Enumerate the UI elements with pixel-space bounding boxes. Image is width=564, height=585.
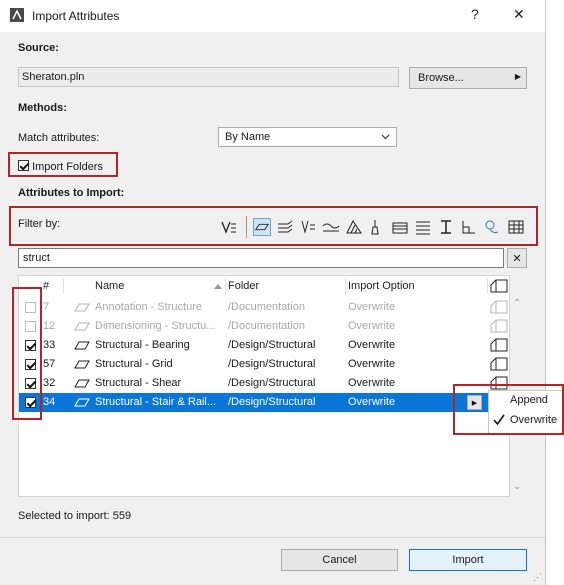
header-num[interactable]: # [43, 280, 49, 292]
row-name: Structural - Bearing [95, 339, 190, 351]
search-input[interactable]: struct [18, 248, 504, 268]
methods-label: Methods: [18, 102, 67, 114]
row-num: 33 [43, 339, 56, 351]
window-title: Import Attributes [32, 9, 120, 23]
house-icon [490, 338, 508, 352]
help-button[interactable]: ? [471, 6, 479, 22]
row-name: Annotation - Structure [95, 301, 203, 313]
house-icon [490, 357, 508, 371]
row-folder: /Design/Structural [228, 339, 316, 351]
header-import-option[interactable]: Import Option [348, 280, 415, 292]
browse-label: Browse... [418, 72, 464, 84]
house-icon [490, 319, 508, 333]
cancel-button[interactable]: Cancel [281, 549, 398, 571]
table-row[interactable]: 32 Structural - Shear/Design/Structural Ov… [19, 374, 509, 393]
match-attributes-value: By Name [225, 131, 271, 143]
import-attributes-dialog: Import Attributes ? ✕ Source: Sheraton.p… [0, 0, 546, 585]
highlight-option-menu [453, 384, 564, 435]
table-row[interactable]: 12 Dimensioning - Structu... /Documentatio… [19, 317, 509, 336]
resize-grip-icon[interactable]: ⋰ [533, 572, 542, 583]
row-name: Structural - Shear [95, 377, 182, 389]
row-import-option[interactable]: Overwrite [348, 358, 395, 370]
match-attributes-label: Match attributes: [18, 132, 100, 144]
row-folder: /Documentation [228, 301, 306, 313]
layer-icon [74, 303, 90, 312]
close-button[interactable]: ✕ [513, 6, 525, 23]
row-num: 32 [43, 377, 56, 389]
row-import-option[interactable]: Overwrite [348, 339, 395, 351]
highlight-filter-bar [9, 206, 538, 246]
source-path-field: Sheraton.pln [18, 67, 399, 87]
row-folder: /Design/Structural [228, 358, 316, 370]
row-import-option[interactable]: Overwrite [348, 301, 395, 313]
list-header: # Name Folder Import Option [19, 276, 509, 295]
selected-count-text: Selected to import: 559 [18, 510, 132, 522]
header-name[interactable]: Name [95, 280, 124, 292]
clear-search-button[interactable]: ✕ [507, 248, 527, 268]
row-folder: /Design/Structural [228, 396, 316, 408]
sort-ascending-icon [214, 284, 222, 289]
house-column-icon [490, 279, 508, 293]
layer-icon [74, 360, 90, 369]
table-row[interactable]: 7 Annotation - Structure/Documentation Ove… [19, 298, 509, 317]
browse-button[interactable]: Browse... ▶ [409, 67, 527, 89]
layer-icon [74, 379, 90, 388]
row-num: 7 [43, 301, 50, 313]
table-row[interactable]: 33 Structural - Bearing/Design/Structural… [19, 336, 509, 355]
house-icon [490, 300, 508, 314]
layer-icon [74, 398, 90, 407]
footer-divider [0, 537, 545, 538]
header-folder[interactable]: Folder [228, 280, 259, 292]
row-name: Structural - Grid [95, 358, 173, 370]
scroll-down-icon[interactable]: ⌄ [513, 481, 521, 492]
layer-icon [74, 341, 90, 350]
row-num: 57 [43, 358, 56, 370]
highlight-import-folders [8, 152, 118, 177]
highlight-checkbox-column [12, 287, 42, 420]
row-import-option[interactable]: Overwrite [348, 377, 395, 389]
table-row[interactable]: 57 Structural - Grid/Design/Structural Ove… [19, 355, 509, 374]
layer-icon [74, 322, 90, 331]
row-name: Dimensioning - Structu... [95, 320, 216, 332]
row-folder: /Design/Structural [228, 377, 316, 389]
attributes-list: # Name Folder Import Option 7 Annotation … [18, 275, 521, 497]
source-label: Source: [18, 42, 59, 54]
attributes-label: Attributes to Import: [18, 187, 125, 199]
title-bar: Import Attributes ? ✕ [0, 0, 545, 32]
row-name: Structural - Stair & Rail... [95, 396, 217, 408]
row-folder: /Documentation [228, 320, 306, 332]
chevron-down-icon [381, 134, 390, 140]
row-import-option[interactable]: Overwrite [348, 396, 395, 408]
match-attributes-select[interactable]: By Name [218, 127, 397, 147]
row-num: 34 [43, 396, 56, 408]
table-row[interactable]: 34 Structural - Stair & Rail... /Design/St… [19, 393, 509, 412]
import-button[interactable]: Import [409, 549, 527, 571]
row-import-option[interactable]: Overwrite [348, 320, 395, 332]
triangle-right-icon: ▶ [514, 72, 521, 81]
scroll-up-icon[interactable]: ⌃ [513, 298, 521, 309]
archicad-app-icon [10, 8, 24, 22]
row-num: 12 [43, 320, 56, 332]
